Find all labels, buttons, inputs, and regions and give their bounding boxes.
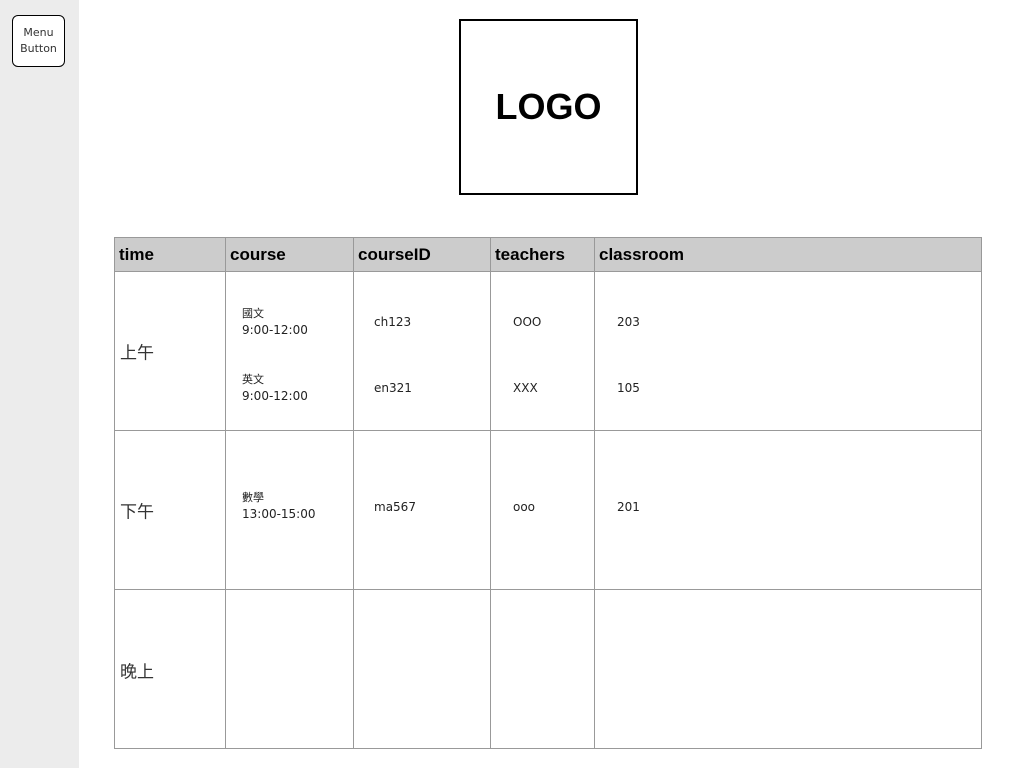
classroom-number: 201: [617, 500, 640, 514]
classroom-number: 105: [617, 381, 640, 395]
courseid-cell: ma567: [354, 431, 491, 589]
header-cell-classroom: classroom: [595, 238, 981, 271]
header-teachers: teachers: [495, 245, 565, 264]
teachers-cell: OOO XXX: [491, 272, 595, 430]
time-cell: 晚上: [115, 590, 226, 749]
course-name: 國文: [242, 307, 264, 320]
classroom-cell: 203 105: [595, 272, 981, 430]
teacher-name: XXX: [513, 381, 538, 395]
course-id: ch123: [374, 315, 412, 329]
course-name: 數學: [242, 491, 264, 504]
menu-button[interactable]: Menu Button: [12, 15, 65, 67]
table-row: 晚上: [115, 590, 981, 749]
header-cell-teachers: teachers: [491, 238, 595, 271]
time-label: 下午: [120, 502, 154, 523]
header-courseid: courseID: [358, 245, 431, 264]
course-hours: 9:00-12:00: [242, 323, 308, 337]
time-cell: 下午: [115, 431, 226, 589]
header-time: time: [119, 245, 154, 264]
teacher-name: ooo: [513, 500, 536, 514]
time-label: 晚上: [120, 662, 154, 682]
menu-button-label-line2: Button: [20, 42, 57, 55]
header-cell-time: time: [115, 238, 226, 271]
course-id: en321: [374, 381, 412, 395]
table-row: 下午 數學 13:00-15:00 ma567 ooo 201: [115, 431, 981, 590]
course-entry: 國文 9:00-12:00: [242, 305, 308, 339]
courseid-cell: ch123 en321: [354, 272, 491, 430]
schedule-table: time course courseID teachers classroom …: [114, 237, 982, 749]
time-label: 上午: [120, 343, 154, 364]
header-classroom: classroom: [599, 245, 685, 264]
course-hours: 13:00-15:00: [242, 507, 316, 521]
menu-button-label-line1: Menu: [23, 26, 54, 39]
courseid-cell: [354, 590, 491, 749]
sidebar: Menu Button: [0, 0, 79, 768]
header-cell-courseid: courseID: [354, 238, 491, 271]
classroom-number: 203: [617, 315, 640, 329]
classroom-cell: 201: [595, 431, 981, 589]
logo: LOGO: [459, 19, 638, 195]
course-id: ma567: [374, 500, 416, 514]
course-entry: 英文 9:00-12:00: [242, 371, 308, 405]
logo-text: LOGO: [495, 86, 602, 127]
time-cell: 上午: [115, 272, 226, 430]
course-hours: 9:00-12:00: [242, 389, 308, 403]
course-cell: 數學 13:00-15:00: [226, 431, 354, 589]
teacher-name: OOO: [513, 315, 542, 329]
course-entry: 數學 13:00-15:00: [242, 489, 316, 523]
teachers-cell: [491, 590, 595, 749]
header-course: course: [230, 245, 286, 264]
classroom-cell: [595, 590, 981, 749]
course-name: 英文: [242, 373, 264, 386]
table-row: 上午 國文 9:00-12:00 英文 9:00-12:00 ch123 en3…: [115, 272, 981, 431]
header-cell-course: course: [226, 238, 354, 271]
table-header-row: time course courseID teachers classroom: [115, 238, 981, 272]
course-cell: [226, 590, 354, 749]
teachers-cell: ooo: [491, 431, 595, 589]
course-cell: 國文 9:00-12:00 英文 9:00-12:00: [226, 272, 354, 430]
